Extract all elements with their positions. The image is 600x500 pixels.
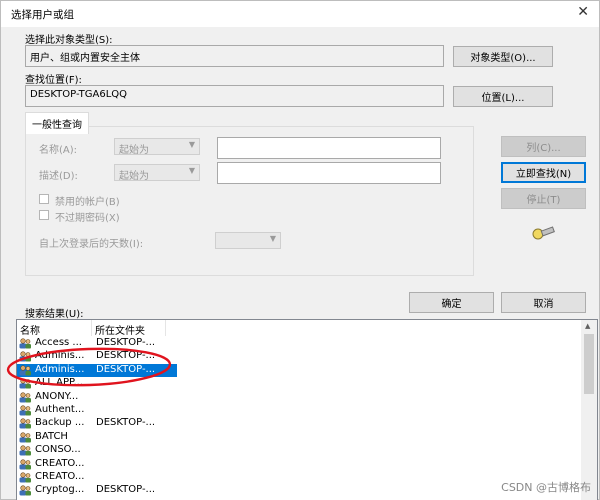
list-item[interactable]: Access ... DESKTOP-... <box>17 337 177 350</box>
object-types-button[interactable]: 对象类型(O)... <box>453 46 553 67</box>
user-group-icon <box>19 405 31 416</box>
row-folder: DESKTOP-... <box>96 363 156 375</box>
user-group-icon <box>19 391 31 403</box>
search-flashlight-icon <box>532 226 555 240</box>
row-name: ALL APP... <box>35 377 84 389</box>
list-item[interactable]: ANONY... <box>17 391 177 404</box>
row-name: CREATO... <box>35 471 85 482</box>
days-since-login-label: 自上次登录后的天数(I): <box>39 239 144 250</box>
name-input[interactable] <box>217 137 441 159</box>
list-item[interactable]: CONSO... <box>17 444 177 457</box>
title-bar: 选择用户或组 ✕ <box>1 1 599 27</box>
object-type-field: 用户、组或内置安全主体 <box>25 45 444 67</box>
list-item[interactable]: Authent... <box>17 404 177 417</box>
list-item[interactable]: ALL APP... <box>17 377 177 390</box>
close-icon[interactable]: ✕ <box>577 4 589 20</box>
row-folder: DESKTOP-... <box>96 484 156 496</box>
user-group-icon <box>19 378 31 389</box>
column-header-name[interactable]: 名称 <box>17 320 92 337</box>
tab-common-queries[interactable]: 一般性查询 <box>25 112 89 134</box>
user-group-icon <box>19 485 31 496</box>
user-group-icon <box>19 472 31 483</box>
ok-button[interactable]: 确定 <box>409 292 494 313</box>
name-mode-select[interactable]: 起始为 ▼ <box>114 138 200 156</box>
row-name: Cryptog... <box>35 484 85 496</box>
scrollbar-thumb[interactable] <box>584 334 594 394</box>
user-group-icon <box>19 418 31 429</box>
name-label: 名称(A): <box>39 145 78 156</box>
user-group-icon <box>19 432 31 443</box>
locations-button[interactable]: 位置(L)... <box>453 86 553 107</box>
search-results-list[interactable]: 名称 所在文件夹 Access ... DESKTOP-... Adminis...… <box>16 319 598 500</box>
object-type-label: 选择此对象类型(S): <box>25 35 113 46</box>
description-mode-select[interactable]: 起始为 ▼ <box>114 164 200 182</box>
description-mode-value: 起始为 <box>119 171 149 182</box>
user-group-icon <box>19 365 31 376</box>
row-name: Backup ... <box>35 417 85 429</box>
user-group-icon <box>19 351 31 362</box>
user-group-icon <box>19 458 31 470</box>
name-mode-value: 起始为 <box>119 145 149 156</box>
description-input[interactable] <box>217 162 441 184</box>
chevron-down-icon: ▼ <box>188 166 195 175</box>
vertical-scrollbar[interactable]: ▲ <box>581 320 597 500</box>
row-folder: DESKTOP-... <box>96 350 156 362</box>
watermark: CSDN @古博格布 <box>501 481 591 494</box>
non-expiring-password-checkbox[interactable] <box>39 210 49 220</box>
list-item[interactable]: BATCH <box>17 431 177 444</box>
list-item[interactable]: Adminis... DESKTOP-... <box>17 350 177 363</box>
scroll-up-icon[interactable]: ▲ <box>585 322 590 330</box>
row-name: ANONY... <box>35 390 79 402</box>
days-since-login-select[interactable]: ▼ <box>215 232 281 249</box>
row-folder: DESKTOP-... <box>96 337 156 348</box>
search-results-label: 搜索结果(U): <box>25 309 84 320</box>
disabled-accounts-label: 禁用的帐户(B) <box>55 197 120 208</box>
row-name: CREATO... <box>35 457 85 469</box>
chevron-down-icon: ▼ <box>269 234 276 243</box>
user-group-icon <box>19 445 31 456</box>
column-header-folder[interactable]: 所在文件夹 <box>92 320 166 337</box>
row-name: CONSO... <box>35 444 81 456</box>
row-name: BATCH <box>35 430 68 442</box>
find-now-button[interactable]: 立即查找(N) <box>501 162 586 183</box>
cancel-button[interactable]: 取消 <box>501 292 586 313</box>
non-expiring-password-label: 不过期密码(X) <box>55 213 120 224</box>
list-item[interactable]: Backup ... DESKTOP-... <box>17 417 177 430</box>
stop-button[interactable]: 停止(T) <box>501 188 586 209</box>
row-name: Adminis... <box>35 350 85 362</box>
row-name: Adminis... <box>35 363 85 375</box>
location-field: DESKTOP-TGA6LQQ <box>25 85 444 107</box>
user-group-icon <box>19 338 31 349</box>
list-item[interactable]: Adminis... DESKTOP-... <box>17 363 177 378</box>
list-item[interactable]: Cryptog... DESKTOP-... <box>17 484 177 497</box>
select-users-dialog: 选择用户或组 ✕ 选择此对象类型(S): 用户、组或内置安全主体 对象类型(O)… <box>0 0 600 500</box>
window-title: 选择用户或组 <box>11 9 74 21</box>
row-name: Authent... <box>35 404 85 415</box>
list-item[interactable]: CREATO... <box>17 458 177 471</box>
description-label: 描述(D): <box>39 171 78 182</box>
columns-button[interactable]: 列(C)... <box>501 136 586 157</box>
disabled-accounts-checkbox[interactable] <box>39 194 49 204</box>
chevron-down-icon: ▼ <box>188 140 195 149</box>
location-label: 查找位置(F): <box>25 75 82 86</box>
row-name: Access ... <box>35 337 82 348</box>
list-item[interactable]: CREATO... <box>17 471 177 484</box>
row-folder: DESKTOP-... <box>96 417 156 429</box>
